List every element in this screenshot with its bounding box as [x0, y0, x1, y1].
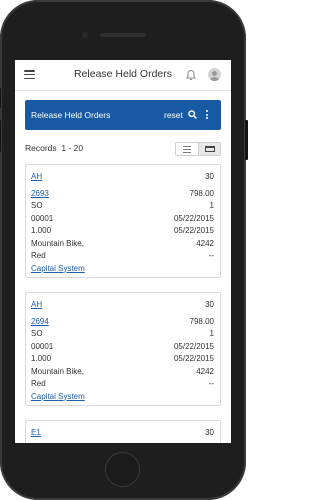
- home-button[interactable]: [105, 452, 140, 487]
- item-description: Mountain Bike,: [31, 238, 84, 248]
- order-number-link[interactable]: 2694: [31, 317, 49, 326]
- qty-value: 30: [205, 172, 214, 181]
- item-description-2: Red: [31, 379, 46, 388]
- bell-icon[interactable]: [185, 69, 197, 81]
- page-title: Release Held Orders: [73, 68, 173, 80]
- company-link[interactable]: Capital System: [31, 264, 85, 273]
- card-row: Red --: [26, 249, 220, 262]
- date-value: 05/22/2015: [173, 354, 214, 363]
- card-row: 2694 798.00: [26, 315, 220, 328]
- item-description: Mountain Bike,: [31, 366, 84, 376]
- card-row: 1.000 05/22/2015: [26, 224, 220, 237]
- card-row: 00001 05/22/2015: [26, 340, 220, 353]
- records-count: Records 1 - 20: [25, 143, 83, 153]
- qty-value: 30: [205, 428, 214, 437]
- card-row: SO 1: [26, 327, 220, 340]
- card-row: AH 30: [26, 298, 220, 311]
- card-row: Capital System: [26, 262, 220, 275]
- empty-value: --: [208, 379, 214, 388]
- date-value: 05/22/2015: [173, 226, 214, 235]
- sequence-value: 00001: [31, 213, 54, 223]
- card-view-button[interactable]: [199, 143, 220, 155]
- amount-value: 798.00: [189, 316, 214, 326]
- action-bar: Release Held Orders reset: [25, 100, 221, 130]
- order-type: SO: [31, 329, 43, 338]
- card-row: E1 30: [26, 426, 220, 439]
- sequence-value: 00001: [31, 341, 54, 351]
- card-icon: [205, 146, 215, 152]
- card-row: AH 30: [26, 170, 220, 183]
- card-row: 1.000 05/22/2015: [26, 352, 220, 365]
- reset-button[interactable]: reset: [164, 110, 183, 120]
- list-view-button[interactable]: [176, 143, 199, 155]
- card-row: Capital System: [26, 390, 220, 403]
- empty-value: --: [208, 251, 214, 260]
- view-toggle: [175, 142, 221, 156]
- code-link[interactable]: E1: [31, 428, 41, 437]
- power-button: [245, 120, 248, 160]
- line-value: 1: [209, 329, 214, 338]
- order-card[interactable]: AH 30 2693 798.00 SO 1 00001 05/22/2015 1.00…: [25, 164, 221, 278]
- order-number-link[interactable]: 2693: [31, 189, 49, 198]
- date-value: 05/22/2015: [173, 213, 214, 223]
- amount-value: 798.00: [189, 188, 214, 198]
- app-header: Release Held Orders: [15, 60, 231, 91]
- app-screen: Release Held Orders Release Held Orders …: [15, 60, 231, 443]
- card-row: Mountain Bike, 4242: [26, 237, 220, 250]
- date-value: 05/22/2015: [173, 341, 214, 351]
- card-row: SO 1: [26, 199, 220, 212]
- card-row: 2693 798.00: [26, 187, 220, 200]
- order-type: SO: [31, 201, 43, 210]
- more-vertical-icon[interactable]: [205, 110, 209, 120]
- order-card[interactable]: E1 30: [25, 420, 221, 443]
- phone-frame: Release Held Orders Release Held Orders …: [0, 0, 248, 500]
- code-link[interactable]: AH: [31, 300, 42, 309]
- line-value: 1: [209, 201, 214, 210]
- rate-value: 1.000: [31, 226, 52, 235]
- card-row: 00001 05/22/2015: [26, 212, 220, 225]
- list-icon: [183, 146, 191, 155]
- code-link[interactable]: AH: [31, 172, 42, 181]
- records-range: 1 - 20: [61, 143, 84, 153]
- user-avatar-icon[interactable]: [208, 68, 221, 81]
- card-row: Red --: [26, 377, 220, 390]
- rate-value: 1.000: [31, 354, 52, 363]
- item-description-2: Red: [31, 251, 46, 260]
- company-link[interactable]: Capital System: [31, 392, 85, 401]
- volume-button: [0, 120, 1, 152]
- card-row: Mountain Bike, 4242: [26, 365, 220, 378]
- camera-icon: [82, 32, 88, 38]
- item-number: 4242: [196, 366, 214, 376]
- search-icon[interactable]: [188, 110, 197, 119]
- order-card[interactable]: AH 30 2694 798.00 SO 1 00001 05/22/2015 1.00…: [25, 292, 221, 406]
- qty-value: 30: [205, 300, 214, 309]
- speaker-grille: [100, 33, 146, 37]
- action-bar-title: Release Held Orders: [31, 110, 111, 120]
- item-number: 4242: [196, 238, 214, 248]
- records-label: Records: [25, 143, 57, 153]
- mute-switch: [0, 88, 1, 108]
